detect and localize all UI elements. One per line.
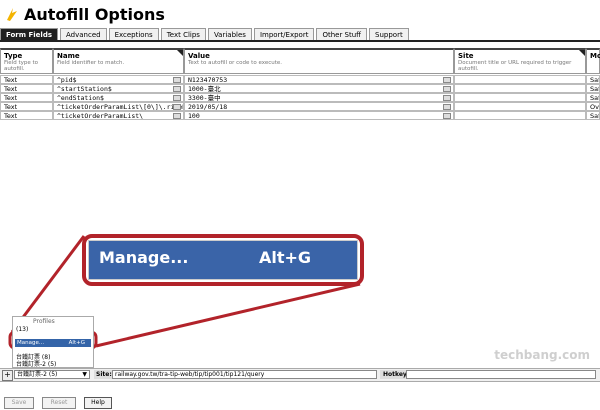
profile-bar: + 台鐵訂票-2 (5) ▼ Site: railway.gov.tw/tra-… [0, 368, 600, 382]
site-input[interactable]: railway.gov.tw/tra-tip-web/tip/tip001/ti… [112, 370, 377, 379]
hotkey-input[interactable] [406, 370, 596, 379]
profile-select[interactable]: 台鐵訂票-2 (5) ▼ [14, 370, 90, 379]
manage-shortcut: Alt+G [68, 340, 85, 346]
zoom-manage-label: Manage... [99, 248, 189, 267]
menu-item-profile[interactable]: 台鐵訂票 (8) [16, 354, 50, 361]
zoom-callout: Manage... Alt+G [88, 240, 358, 280]
menu-item-all[interactable]: (13) [16, 326, 28, 333]
annotation-line-lower [95, 282, 361, 348]
menu-item-profile[interactable]: 台鐵訂票-2 (5) [16, 361, 56, 368]
site-label: Site: [94, 370, 114, 379]
reset-button[interactable]: Reset [42, 397, 76, 409]
profiles-popup-menu: Profiles (13) Manage... Alt+G 台鐵訂票 (8) 台… [12, 316, 94, 368]
save-button[interactable]: Save [4, 397, 34, 409]
zoom-shortcut-label: Alt+G [259, 248, 312, 267]
chevron-down-icon: ▼ [82, 371, 87, 378]
profile-select-value: 台鐵訂票-2 (5) [17, 371, 58, 378]
help-button[interactable]: Help [84, 397, 112, 409]
watermark-text: techbang.com [494, 348, 590, 362]
add-profile-button[interactable]: + [2, 370, 13, 381]
profiles-heading: Profiles [33, 318, 55, 325]
menu-item-manage[interactable]: Manage... Alt+G [15, 339, 91, 347]
manage-label: Manage... [17, 340, 45, 346]
